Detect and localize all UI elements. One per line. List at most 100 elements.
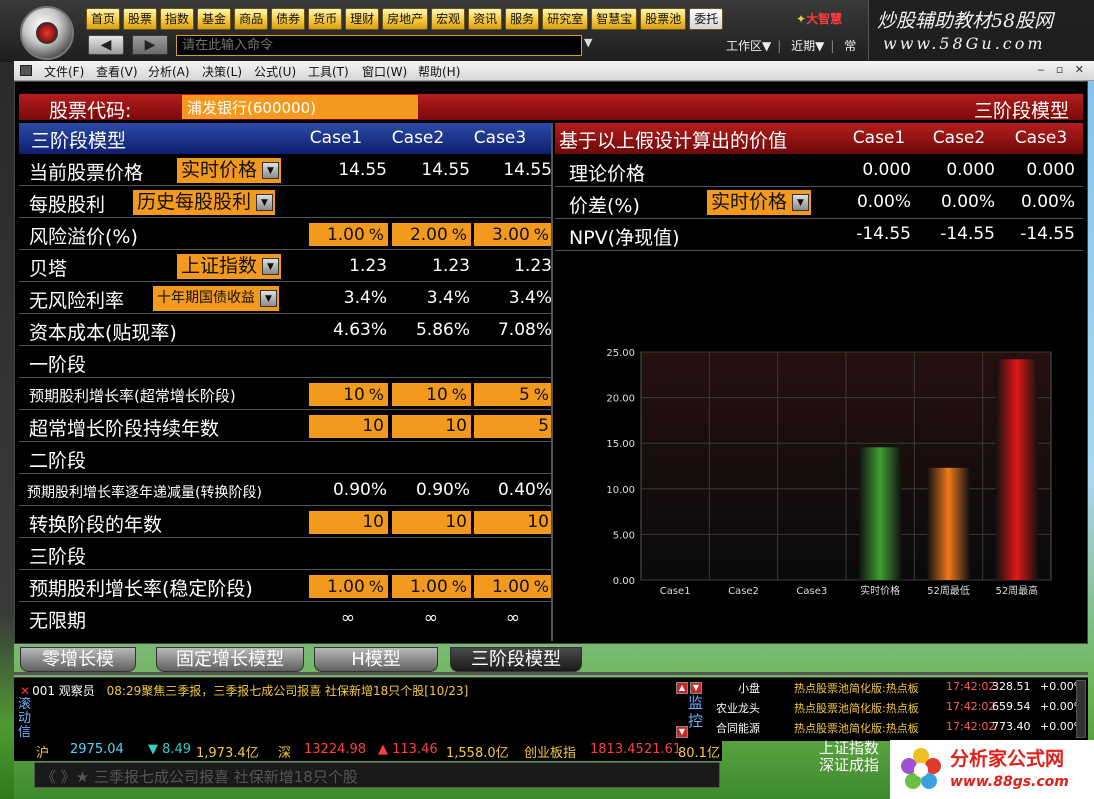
years1-input-case3[interactable]: 5 (474, 415, 553, 438)
chevron-down-icon[interactable]: ▼ (262, 258, 280, 275)
nav-button[interactable]: 基金 (197, 8, 232, 30)
years2-input-case2[interactable]: 10 (392, 511, 471, 534)
menu-item[interactable]: 文件(F) (44, 63, 84, 80)
nav-button[interactable]: 智慧宝 (591, 8, 638, 30)
back-arrow-icon[interactable]: ◀ (88, 35, 124, 55)
index-sh[interactable]: 上证指数 (812, 740, 886, 757)
command-dropdown-icon[interactable]: ▼ (584, 36, 592, 49)
scroll-up-icon[interactable]: ▲ (676, 682, 688, 694)
menu-item[interactable]: 工具(T) (308, 63, 349, 80)
row-label: 转换阶段的年数 (29, 514, 163, 536)
hot-list-row[interactable]: 小盘 热点股票池简化版:热点板 17:42:02 328.51 +0.00% (706, 680, 1084, 700)
row-label: 风险溢价(%) (29, 226, 138, 248)
model-tab[interactable]: 三阶段模型 (450, 647, 582, 672)
hot-list-row[interactable]: 农业龙头 热点股票池简化版:热点板 17:42:02 659.54 +0.00% (706, 700, 1084, 720)
nav-button[interactable]: 服务 (505, 8, 540, 30)
menu-item[interactable]: 窗口(W) (362, 63, 407, 80)
model-tab[interactable]: 零增长模 (20, 647, 136, 672)
close-icon[interactable]: ✕ (20, 684, 30, 698)
x-tick-label: Case1 (660, 586, 691, 597)
nav-button[interactable]: 首页 (86, 8, 121, 30)
years2-input-case3[interactable]: 10 (474, 511, 553, 534)
row-cost-of-capital: 资本成本(贴现率) 4.63% 5.86% 7.08% (19, 315, 552, 346)
hot-list-scrollbar[interactable] (1076, 680, 1086, 738)
bar-6 (995, 359, 1039, 580)
beta-index-select[interactable]: 上证指数 ▼ (177, 254, 282, 279)
menu-item[interactable]: 决策(L) (202, 63, 242, 80)
chevron-down-icon[interactable]: ▼ (262, 162, 280, 179)
news-text[interactable]: 08:29聚焦三季报，三季报七成公司报喜 社保新增18只个股[10/23] (107, 684, 469, 698)
nav-button[interactable]: 理财 (345, 8, 380, 30)
nav-button[interactable]: 研究室 (542, 8, 589, 30)
news-vertical-label: 滚动信 (18, 697, 32, 740)
scrolling-news[interactable]: 《 》★ 三季报七成公司报喜 社保新增18只个股 (34, 762, 720, 788)
cell-case3: -14.55 (1020, 224, 1075, 244)
bar-5 (927, 467, 970, 580)
nav-button[interactable]: 房地产 (382, 8, 429, 30)
nav-button[interactable]: 委托 (689, 8, 724, 30)
menu-item[interactable]: 公式(U) (254, 63, 296, 80)
menu-item[interactable]: 查看(V) (96, 63, 138, 80)
risk-premium-input-case1[interactable]: 1.00% (309, 223, 388, 246)
sz-value: 13224.98 (304, 742, 367, 757)
app-logo[interactable] (20, 6, 74, 60)
nav-button[interactable]: 资讯 (468, 8, 503, 30)
risk-premium-input-case3[interactable]: 3.00% (474, 223, 553, 246)
scroll-bottom-icon[interactable]: ▼ (676, 726, 688, 738)
nav-button[interactable]: 股票 (123, 8, 158, 30)
nav-button[interactable]: 股票池 (640, 8, 687, 30)
nav-button[interactable]: 宏观 (431, 8, 466, 30)
valuation-table-header: 基于以上假设计算出的价值 Case1 Case2 Case3 (555, 123, 1083, 154)
chevron-down-icon[interactable]: ▼ (792, 194, 810, 211)
cell-case1: -14.55 (856, 224, 911, 244)
years1-input-case2[interactable]: 10 (392, 415, 471, 438)
work-area-menu[interactable]: 工作区▼ (726, 39, 771, 53)
flower-logo-icon (901, 748, 941, 789)
chevron-down-icon[interactable]: ▼ (260, 290, 277, 307)
growth1-input-case3[interactable]: 5% (474, 383, 553, 406)
dividend-source-select[interactable]: 历史每股股利 ▼ (133, 190, 276, 215)
diff-source-select[interactable]: 实时价格 ▼ (707, 190, 812, 215)
unit-label: % (368, 225, 384, 244)
cell-case2: 0.000 (946, 160, 995, 180)
sz-change: ▲ 113.46 (378, 742, 438, 757)
years1-input-case1[interactable]: 10 (309, 415, 388, 438)
model-tab[interactable]: H模型 (314, 647, 438, 672)
cell-case1: 4.63% (332, 320, 387, 340)
cell-case3: 0.40% (497, 480, 552, 500)
menu-item[interactable]: 帮助(H) (418, 63, 460, 80)
menu-item[interactable]: 分析(A) (148, 63, 190, 80)
years2-input-case1[interactable]: 10 (309, 511, 388, 534)
index-sz[interactable]: 深证成指 (812, 757, 886, 774)
growth3-input-case3[interactable]: 1.00% (474, 575, 553, 598)
growth3-input-case2[interactable]: 1.00% (392, 575, 471, 598)
growth1-input-case1[interactable]: 10% (309, 383, 388, 406)
nav-button[interactable]: 商品 (234, 8, 269, 30)
news-headline[interactable]: ✕ 001 观察员 08:29聚焦三季报，三季报七成公司报喜 社保新增18只个股[… (20, 682, 468, 699)
nav-button[interactable]: 债券 (271, 8, 306, 30)
window-menu-icon[interactable] (20, 65, 32, 76)
forward-arrow-icon[interactable]: ▶ (132, 35, 168, 55)
scroll-down-icon[interactable]: ▼ (690, 682, 702, 694)
growth3-input-case1[interactable]: 1.00% (309, 575, 388, 598)
cell-case3: 0.000 (1026, 160, 1075, 180)
hot-list-row[interactable]: 合同能源 热点股票池简化版:热点板 17:42:02 773.40 +0.00% (706, 720, 1084, 740)
risk-free-source-select[interactable]: 十年期国债收益 ▼ (153, 286, 279, 311)
price-source-select[interactable]: 实时价格 ▼ (177, 158, 282, 183)
model-tab[interactable]: 固定增长模型 (156, 647, 304, 672)
nav-button[interactable]: 货币 (308, 8, 343, 30)
chevron-down-icon[interactable]: ▼ (256, 194, 274, 211)
stock-code-input[interactable]: 浦发银行(600000) (182, 95, 418, 119)
recent-menu[interactable]: 近期▼ (791, 39, 824, 53)
nav-button[interactable]: 指数 (160, 8, 195, 30)
unit-label: % (368, 385, 384, 404)
growth1-input-case2[interactable]: 10% (392, 383, 471, 406)
index-switcher[interactable]: 上证指数 深证成指 (812, 740, 886, 774)
common-menu[interactable]: 常 (844, 39, 856, 53)
risk-premium-input-case2[interactable]: 2.00% (392, 223, 471, 246)
row-label: 当前股票价格 (29, 162, 144, 184)
menu-bar: 文件(F) 查看(V) 分析(A) 决策(L) 公式(U) 工具(T) 窗口(W) 帮助(H)… (14, 61, 1094, 81)
command-input[interactable] (176, 35, 582, 56)
cy-value: 1813.45 (590, 742, 644, 757)
window-controls[interactable]: ‒ ▫ ✕ (1037, 63, 1088, 76)
